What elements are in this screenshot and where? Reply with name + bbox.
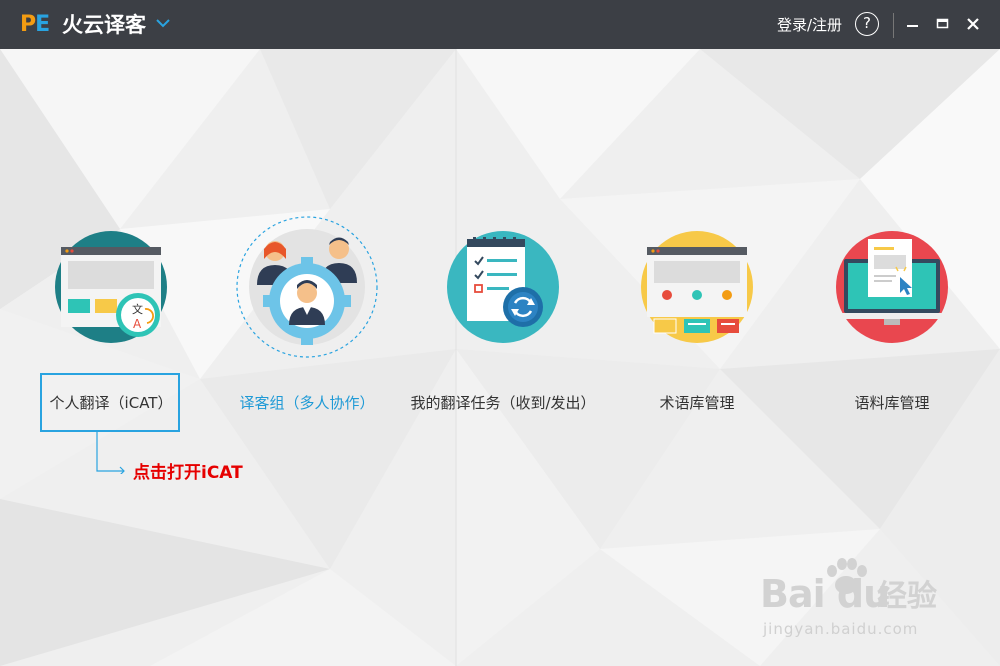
corpus-monitor-icon xyxy=(836,231,948,343)
help-icon[interactable]: ? xyxy=(855,12,879,36)
close-icon[interactable] xyxy=(963,14,983,34)
feature-my-tasks[interactable]: 我的翻译任务（收到/发出） xyxy=(403,229,603,429)
baidu-watermark: Bai du 经验 jingyan.baidu.com xyxy=(760,557,960,657)
feature-label: 语料库管理 xyxy=(854,394,930,412)
watermark-url: jingyan.baidu.com xyxy=(763,620,919,638)
feature-label: 术语库管理 xyxy=(659,394,735,412)
watermark-brand: Bai du xyxy=(760,572,890,616)
chevron-down-icon[interactable] xyxy=(155,17,171,29)
main-content: 文 A 个人翻译（iCAT） 译客组（多人协作） 我的翻译任务（收到/发出） 术… xyxy=(0,49,1000,666)
a-glyph: A xyxy=(133,317,142,331)
task-checklist-icon xyxy=(447,231,559,343)
annotation-highlight-box xyxy=(40,373,180,432)
feature-corpus[interactable]: 语料库管理 xyxy=(792,229,992,429)
minimize-icon[interactable] xyxy=(903,14,923,34)
title-bar: PE 火云译客 登录/注册 ? xyxy=(0,0,1000,49)
wen-glyph: 文 xyxy=(132,302,143,316)
feature-translator-group[interactable]: 译客组（多人协作） xyxy=(207,216,407,429)
feature-label: 我的翻译任务（收到/发出） xyxy=(410,394,596,412)
feature-label: 译客组（多人协作） xyxy=(239,394,375,412)
term-base-icon xyxy=(641,231,753,343)
translate-window-icon: 文 A xyxy=(55,231,167,343)
app-title[interactable]: 火云译客 xyxy=(62,10,146,40)
watermark-sub: 经验 xyxy=(877,579,937,614)
maximize-icon[interactable] xyxy=(933,14,953,34)
titlebar-divider xyxy=(893,13,894,38)
team-gear-icon xyxy=(236,216,378,358)
feature-term-base[interactable]: 术语库管理 xyxy=(597,229,797,429)
login-register-link[interactable]: 登录/注册 xyxy=(777,15,842,35)
annotation-callout: 点击打开iCAT xyxy=(133,463,243,483)
callout-arrow xyxy=(96,432,125,474)
app-logo: PE xyxy=(20,12,50,37)
